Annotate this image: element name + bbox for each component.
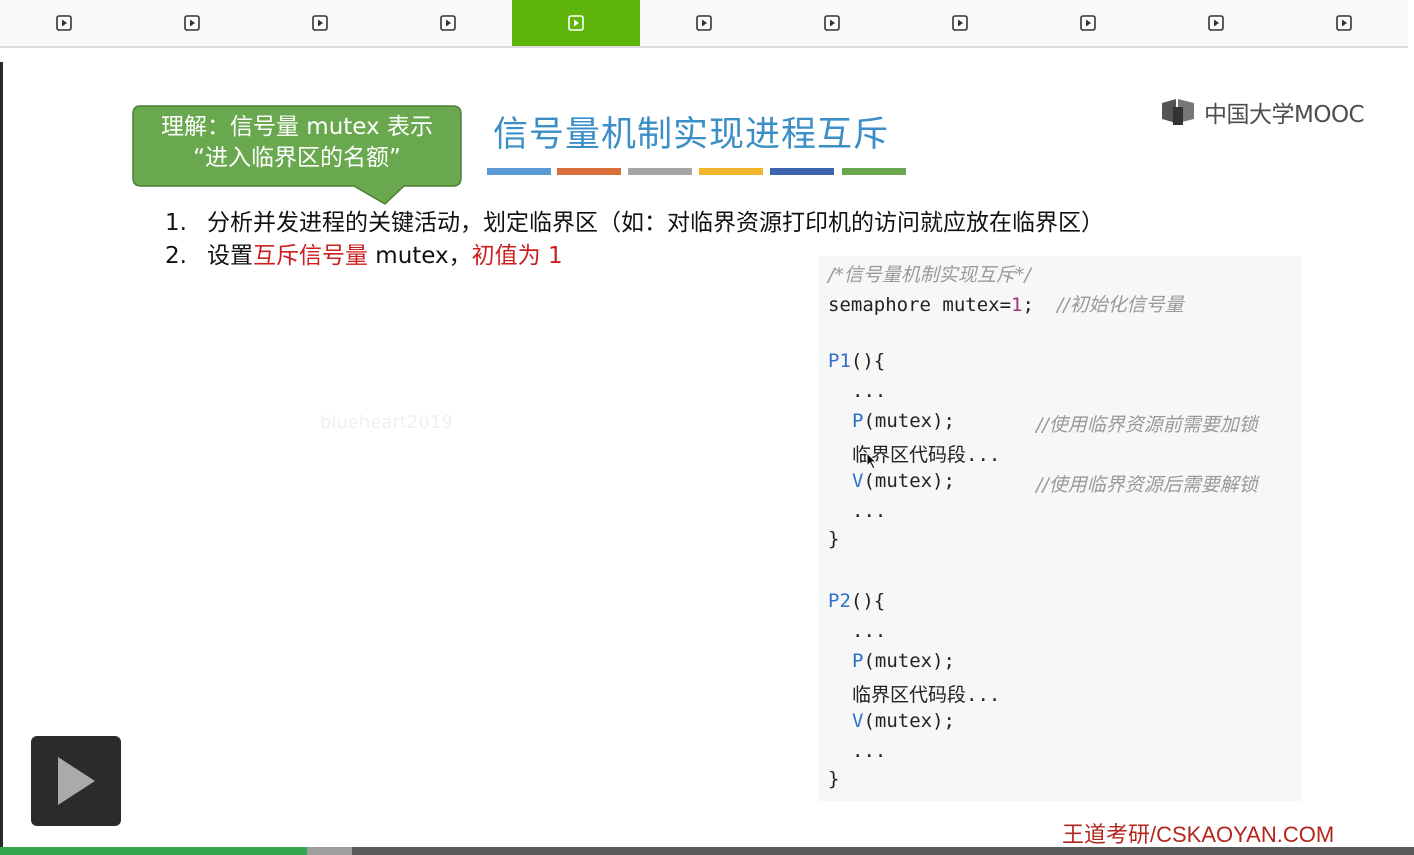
code-comment-unlock: //使用临界资源后需要解锁 [1036,474,1258,496]
nav-segment-5-active[interactable] [512,0,640,46]
watermark: blueheart2019 [320,412,453,433]
list-item-text-prefix: 设置 [207,243,253,269]
callout-line-2: “进入临界区的名额” [193,145,401,171]
code-mutex-arg: (mutex); [863,710,955,732]
code-mutex-arg: (mutex); [863,410,955,432]
code-line-v-mutex: V(mutex); [852,470,955,492]
code-semicolon: ; [1022,294,1057,316]
progress-buffered [306,847,353,855]
color-bar-green [842,168,906,175]
mooc-logo: 中国大学MOOC [1160,95,1370,129]
nav-segment-4[interactable] [384,0,512,46]
mooc-logo-icon [1162,99,1194,125]
nav-segment-2[interactable] [128,0,256,46]
nav-segment-3[interactable] [256,0,384,46]
code-block: /*信号量机制实现互斥*/ semaphore mutex=1; //初始化信号… [818,256,1302,801]
code-func-p2: P2 [828,590,851,612]
list-item-text-mid: mutex， [368,243,472,269]
list-item-number: 2. [165,243,187,269]
play-button[interactable] [31,736,121,826]
code-comment-title: /*信号量机制实现互斥*/ [828,264,1031,286]
play-square-icon [1208,15,1224,31]
brand-footer: 王道考研/CSKAOYAN.COM [1062,822,1335,847]
code-line-dots: ... [852,740,887,762]
code-func-p1: P1 [828,350,851,372]
play-square-icon [696,15,712,31]
play-square-icon [952,15,968,31]
code-initial-value: 1 [1011,294,1023,316]
color-bar-navy [770,168,834,175]
code-line-close: } [828,768,840,790]
code-v-op: V [852,710,864,732]
code-line-p-mutex: P(mutex); [852,650,955,672]
nav-segment-10[interactable] [1152,0,1280,46]
highlight-initial-value: 初值为 1 [471,243,563,269]
code-line-p1-header: P1(){ [828,350,885,372]
nav-segment-9[interactable] [1024,0,1152,46]
color-bar-orange [557,168,621,175]
code-v-op: V [852,470,864,492]
code-line-close: } [828,528,840,550]
callout-bubble: 理解：信号量 mutex 表示 “进入临界区的名额” [132,105,462,205]
highlight-mutex-semaphore: 互斥信号量 [253,243,368,269]
nav-segment-1[interactable] [0,0,128,46]
code-line-semaphore: semaphore mutex=1; //初始化信号量 [828,290,1184,317]
play-square-icon [568,15,584,31]
play-square-icon [440,15,456,31]
play-square-icon [824,15,840,31]
play-square-icon [1080,15,1096,31]
play-square-icon [1336,15,1352,31]
mouse-cursor-icon [866,452,878,470]
code-mutex-arg: (mutex); [863,470,955,492]
nav-segment-7[interactable] [768,0,896,46]
list-item: 1. 分析并发进程的关键活动，划定临界区（如：对临界资源打印机的访问就应放在临界区… [165,207,1104,240]
code-paren: (){ [850,350,886,372]
nav-segment-6[interactable] [640,0,768,46]
video-progress-bar[interactable] [0,847,1414,855]
chapter-navigation-bar [0,0,1408,48]
list-item-number: 1. [165,210,187,236]
code-line-dots: ... [852,620,887,642]
progress-played [0,847,307,855]
list-item-text: 分析并发进程的关键活动，划定临界区（如：对临界资源打印机的访问就应放在临界区） [207,210,1104,236]
logo-text: 中国大学MOOC [1204,102,1365,128]
code-line-v-mutex: V(mutex); [852,710,955,732]
slide-title: 信号量机制实现进程互斥 [493,115,890,155]
color-bar-blue [487,168,551,175]
callout-text: 理解：信号量 mutex 表示 “进入临界区的名额” [132,112,462,174]
nav-segment-8[interactable] [896,0,1024,46]
play-square-icon [56,15,72,31]
code-line-critical: 临界区代码段... [852,684,1001,706]
nav-segment-11[interactable] [1280,0,1408,46]
code-comment-init: //初始化信号量 [1056,294,1184,316]
code-comment-lock: //使用临界资源前需要加锁 [1036,414,1258,436]
slide-left-border [0,62,3,847]
code-line-p2-header: P2(){ [828,590,885,612]
play-square-icon [312,15,328,31]
color-bar-gray [628,168,692,175]
play-icon [58,757,95,805]
code-p-op: P [852,410,864,432]
callout-line-1: 理解：信号量 mutex 表示 [161,114,433,140]
play-square-icon [184,15,200,31]
code-semaphore-decl: semaphore mutex= [828,294,1012,316]
code-line-dots: ... [852,380,887,402]
color-bar-yellow [699,168,763,175]
code-mutex-arg: (mutex); [863,650,955,672]
code-line-p-mutex: P(mutex); [852,410,955,432]
code-line-dots: ... [852,500,887,522]
code-p-op: P [852,650,864,672]
code-paren: (){ [850,590,886,612]
